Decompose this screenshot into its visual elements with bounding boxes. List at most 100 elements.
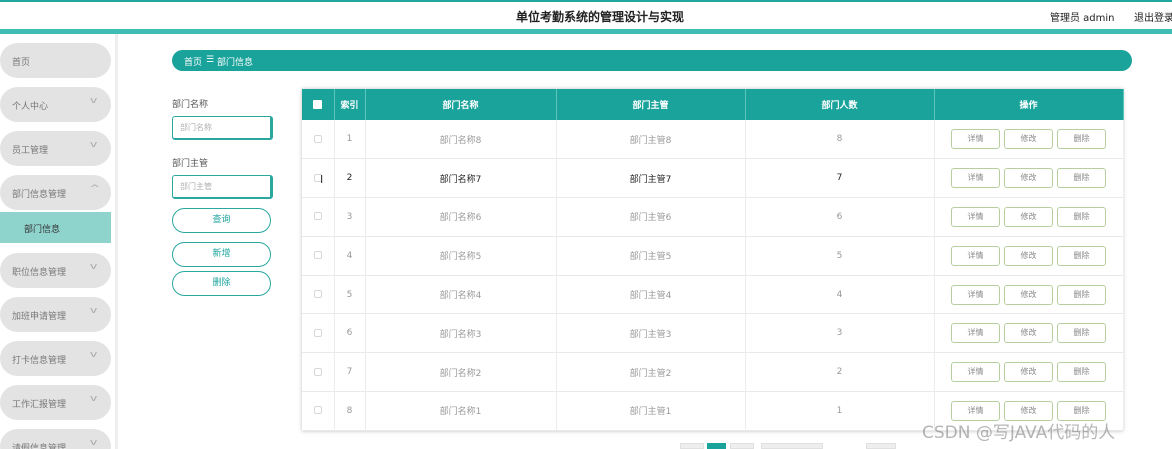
select-all-checkbox[interactable] bbox=[302, 89, 335, 120]
sidebar-item-leave-management[interactable]: 请假信息管理 v bbox=[0, 429, 111, 449]
cell-index: 1 bbox=[334, 120, 366, 159]
text-cursor-icon: I bbox=[320, 173, 324, 186]
sidebar-item-home[interactable]: 首页 bbox=[0, 43, 111, 78]
cell-dept-count: 2 bbox=[745, 352, 935, 392]
edit-button[interactable]: 修改 bbox=[1004, 323, 1053, 344]
breadcrumb-home[interactable]: 首页 bbox=[184, 55, 202, 68]
table-row[interactable]: 5 部门名称4 部门主管4 4 详情 修改 删除 bbox=[302, 275, 1124, 314]
delete-button[interactable]: 删除 bbox=[1057, 168, 1106, 189]
delete-button[interactable]: 删除 bbox=[1057, 129, 1106, 150]
delete-button[interactable]: 删除 bbox=[1057, 284, 1106, 305]
cell-index: 8 bbox=[334, 391, 366, 431]
row-checkbox[interactable] bbox=[302, 391, 335, 431]
detail-button[interactable]: 详情 bbox=[951, 323, 1000, 344]
table-row[interactable]: 7 部门名称2 部门主管2 2 详情 修改 删除 bbox=[302, 352, 1124, 392]
delete-button[interactable]: 删除 bbox=[1057, 362, 1106, 383]
cell-actions: 详情 修改 删除 bbox=[934, 313, 1124, 353]
sidebar-item-attendance-management[interactable]: 打卡信息管理 v bbox=[0, 341, 111, 376]
sidebar-item-label: 打卡信息管理 bbox=[12, 356, 67, 366]
cell-dept-name: 部门名称3 bbox=[365, 313, 557, 353]
chevron-down-icon: v bbox=[89, 140, 98, 150]
delete-button[interactable]: 删除 bbox=[1057, 323, 1106, 344]
cell-dept-manager: 部门主管5 bbox=[556, 236, 746, 276]
chevron-down-icon: v bbox=[89, 438, 98, 448]
edit-button[interactable]: 修改 bbox=[1004, 362, 1053, 383]
sidebar-item-overtime-management[interactable]: 加班申请管理 v bbox=[0, 297, 111, 332]
dept-manager-input[interactable] bbox=[172, 175, 273, 199]
cell-index: 3 bbox=[334, 197, 366, 237]
edit-button[interactable]: 修改 bbox=[1004, 245, 1053, 266]
cell-index: 4 bbox=[334, 236, 366, 276]
row-checkbox[interactable] bbox=[302, 236, 335, 276]
edit-button[interactable]: 修改 bbox=[1004, 129, 1053, 150]
detail-button[interactable]: 详情 bbox=[951, 362, 1000, 383]
table-row[interactable]: 2 部门名称7 部门主管7 7 详情 修改 删除 bbox=[302, 158, 1124, 198]
table-row[interactable]: 3 部门名称6 部门主管6 6 详情 修改 删除 bbox=[302, 197, 1124, 237]
pagination-page-active[interactable] bbox=[707, 443, 726, 449]
sidebar: 首页 个人中心 v 员工管理 v 部门信息管理 ^ 职位信息管理 v 加班申请管理 v 打卡信息管理 v… bbox=[0, 34, 118, 449]
pagination-prev[interactable] bbox=[680, 443, 704, 449]
cell-dept-name: 部门名称2 bbox=[365, 352, 557, 392]
pagination-jump-input[interactable] bbox=[866, 443, 896, 449]
sidebar-item-label: 工作汇报管理 bbox=[12, 400, 67, 410]
sidebar-subitem-department-info[interactable]: 部门信息 bbox=[0, 212, 111, 243]
query-button[interactable]: 查询 bbox=[172, 208, 271, 233]
table-header-row: 索引 部门名称 部门主管 部门人数 操作 bbox=[302, 89, 1124, 120]
logout-link[interactable]: 退出登录 bbox=[1134, 9, 1172, 24]
watermark: CSDN @写JAVA代码的人 bbox=[922, 423, 1116, 443]
row-checkbox[interactable] bbox=[302, 275, 335, 314]
row-checkbox[interactable] bbox=[302, 158, 335, 198]
column-header-manager: 部门主管 bbox=[556, 89, 746, 120]
cell-actions: 详情 修改 删除 bbox=[934, 275, 1124, 314]
sidebar-item-work-report-management[interactable]: 工作汇报管理 v bbox=[0, 385, 111, 420]
detail-button[interactable]: 详情 bbox=[951, 245, 1000, 266]
delete-button[interactable]: 删除 bbox=[1057, 206, 1106, 227]
sidebar-item-personal-center[interactable]: 个人中心 v bbox=[0, 87, 111, 122]
column-header-name: 部门名称 bbox=[365, 89, 557, 120]
table-row[interactable]: 6 部门名称3 部门主管3 3 详情 修改 删除 bbox=[302, 313, 1124, 353]
cell-actions: 详情 修改 删除 bbox=[934, 197, 1124, 237]
dept-name-input[interactable] bbox=[172, 116, 273, 140]
table-row[interactable]: 4 部门名称5 部门主管5 5 详情 修改 删除 bbox=[302, 236, 1124, 276]
detail-button[interactable]: 详情 bbox=[951, 206, 1000, 227]
column-header-actions: 操作 bbox=[934, 89, 1124, 120]
chevron-up-icon: ^ bbox=[89, 184, 101, 194]
cell-dept-manager: 部门主管2 bbox=[556, 352, 746, 392]
cell-actions: 详情 修改 删除 bbox=[934, 158, 1124, 198]
row-checkbox[interactable] bbox=[302, 197, 335, 237]
edit-button[interactable]: 修改 bbox=[1004, 284, 1053, 305]
cell-dept-count: 6 bbox=[745, 197, 935, 237]
sidebar-item-employee-management[interactable]: 员工管理 v bbox=[0, 131, 111, 166]
cell-dept-manager: 部门主管8 bbox=[556, 120, 746, 159]
sidebar-item-position-management[interactable]: 职位信息管理 v bbox=[0, 253, 111, 288]
add-button[interactable]: 新增 bbox=[172, 242, 271, 267]
detail-button[interactable]: 详情 bbox=[951, 168, 1000, 189]
row-checkbox[interactable] bbox=[302, 313, 335, 353]
row-checkbox[interactable] bbox=[302, 352, 335, 392]
breadcrumb-current: 部门信息 bbox=[217, 58, 254, 68]
edit-button[interactable]: 修改 bbox=[1004, 168, 1053, 189]
cell-index: 2 bbox=[334, 158, 366, 198]
sidebar-item-label: 部门信息管理 bbox=[12, 190, 67, 200]
delete-button[interactable]: 删除 bbox=[1057, 245, 1106, 266]
row-checkbox[interactable] bbox=[302, 120, 335, 159]
sidebar-item-label: 首页 bbox=[12, 58, 31, 68]
pagination-next[interactable] bbox=[730, 443, 754, 449]
detail-button[interactable]: 详情 bbox=[951, 129, 1000, 150]
header-bar bbox=[0, 29, 1172, 34]
batch-delete-button[interactable]: 删除 bbox=[172, 271, 271, 296]
column-header-count: 部门人数 bbox=[745, 89, 935, 120]
pagination-size-select[interactable] bbox=[761, 443, 823, 449]
cell-dept-count: 4 bbox=[745, 275, 935, 314]
app-title: 单位考勤系统的管理设计与实现 bbox=[515, 10, 684, 24]
table-row[interactable]: 1 部门名称8 部门主管8 8 详情 修改 删除 bbox=[302, 120, 1124, 159]
detail-button[interactable]: 详情 bbox=[951, 284, 1000, 305]
dept-manager-label: 部门主管 bbox=[172, 159, 209, 169]
edit-button[interactable]: 修改 bbox=[1004, 206, 1053, 227]
cell-dept-name: 部门名称7 bbox=[365, 158, 557, 198]
sidebar-item-label: 加班申请管理 bbox=[12, 312, 67, 322]
cell-actions: 详情 修改 删除 bbox=[934, 352, 1124, 392]
breadcrumb: 首页 ☰ 部门信息 bbox=[172, 50, 1132, 71]
sidebar-item-department-management[interactable]: 部门信息管理 ^ bbox=[0, 175, 111, 210]
sidebar-item-label: 职位信息管理 bbox=[12, 268, 67, 278]
